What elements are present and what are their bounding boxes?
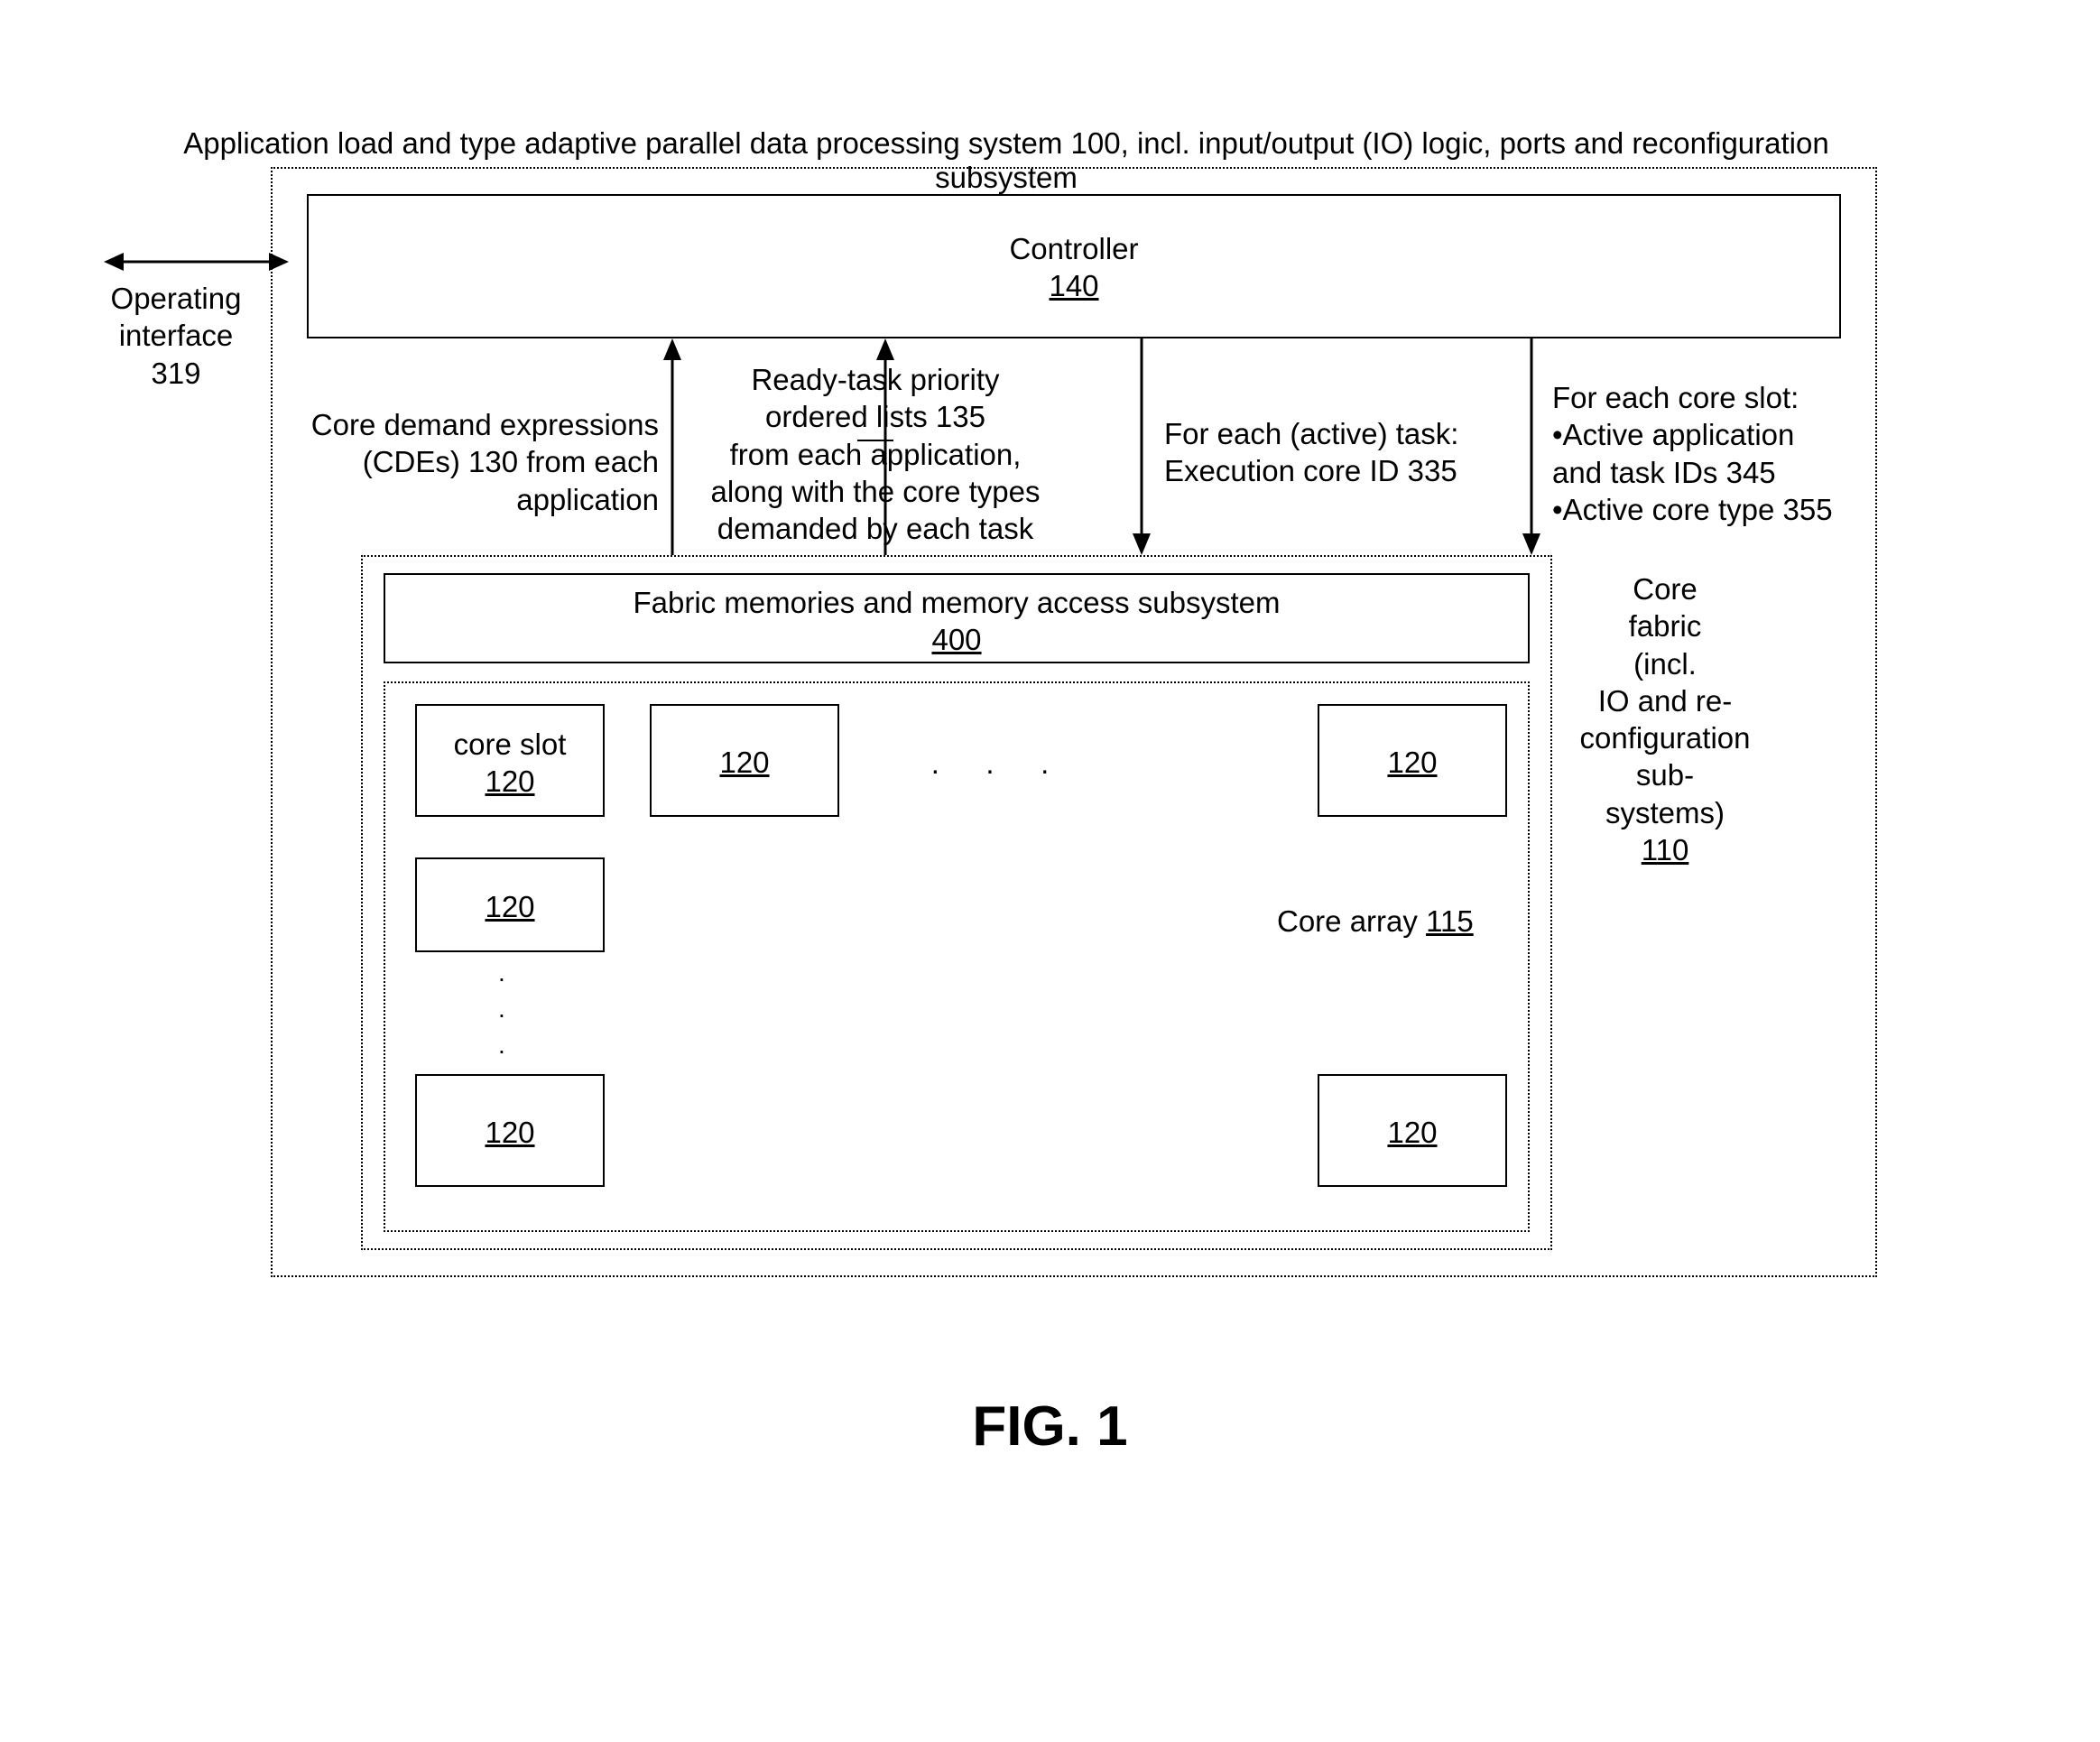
operating-interface-label: Operating interface 319: [86, 280, 266, 392]
core-slot-ref-6: 120: [1387, 1116, 1437, 1149]
arrow-cde-label: Core demand expressions (CDEs) 130 from …: [289, 406, 659, 518]
arrow-cde-l1: Core demand expressions: [311, 408, 659, 441]
controller-box: Controller 140: [307, 194, 1841, 338]
arrow-active-task-l2: Execution core ID 335: [1164, 454, 1457, 487]
arrow-cde: [659, 338, 686, 555]
core-slot-box-3: 120: [1318, 704, 1507, 817]
cf-l4: IO and re-: [1598, 684, 1733, 718]
cf-ref: 110: [1642, 833, 1689, 866]
operating-interface-line1: Operating: [111, 282, 242, 315]
fabric-memories-box: Fabric memories and memory access subsys…: [384, 573, 1530, 663]
cf-l2: fabric: [1629, 609, 1702, 643]
core-slot-name: core slot: [454, 727, 567, 761]
arrow-cde-l2: (CDEs) 130 from each: [363, 445, 659, 478]
core-slot-box-4: 120: [415, 857, 605, 952]
arrow-readytask-label: Ready-task priority ordered lists 135 fr…: [695, 361, 1056, 547]
cf-l6: sub-: [1636, 758, 1694, 792]
core-slot-ref: 120: [485, 764, 534, 798]
fabric-memories-ref: 400: [931, 623, 981, 656]
core-slot-box-5: 120: [415, 1074, 605, 1187]
arrow-readytask-l2: ordered lists 135: [765, 400, 985, 433]
readytask-leader: [857, 438, 893, 443]
arrow-core-slot: [1518, 338, 1545, 555]
arrow-active-task-l1: For each (active) task:: [1164, 417, 1458, 450]
arrow-active-task: [1128, 338, 1155, 555]
operating-interface-line3: 319: [151, 357, 200, 390]
controller-name: Controller: [1009, 232, 1138, 265]
operating-interface-line2: interface: [119, 319, 234, 352]
core-array-label: Core array 115: [1277, 903, 1474, 940]
cf-l3: (incl.: [1633, 647, 1697, 681]
ellipsis-v3: .: [498, 1029, 505, 1061]
arrow-readytask-l4: along with the core types: [710, 475, 1040, 508]
cf-l5: configuration: [1580, 721, 1751, 755]
core-array-text: Core array: [1277, 904, 1426, 938]
cf-l1: Core: [1633, 572, 1698, 606]
core-slot-ref-2: 120: [719, 746, 769, 779]
core-slot-box-1: core slot 120: [415, 704, 605, 817]
core-slot-box-6: 120: [1318, 1074, 1507, 1187]
arrow-active-task-label: For each (active) task: Execution core I…: [1164, 415, 1489, 490]
figure-caption: FIG. 1: [0, 1395, 2100, 1459]
core-slot-ref-5: 120: [485, 1116, 534, 1149]
arrow-readytask-l1: Ready-task priority: [751, 363, 999, 396]
arrow-core-slot-l1: For each core slot:: [1552, 381, 1799, 414]
core-slot-ref-4: 120: [485, 890, 534, 923]
arrow-core-slot-b2: •Active core type 355: [1552, 493, 1833, 526]
ellipsis-v2: .: [498, 993, 505, 1024]
core-fabric-label: Core fabric (incl. IO and re- configurat…: [1561, 570, 1769, 868]
controller-ref: 140: [1049, 269, 1098, 302]
ellipsis-horizontal: . . .: [902, 745, 1083, 782]
core-slot-box-2: 120: [650, 704, 839, 817]
arrow-core-slot-label: For each core slot: •Active application …: [1552, 379, 1868, 528]
arrow-readytask-l5: demanded by each task: [717, 512, 1033, 545]
core-array-ref: 115: [1426, 904, 1474, 938]
arrow-core-slot-b1: •Active application: [1552, 418, 1794, 451]
ellipsis-v1: .: [498, 957, 505, 988]
arrow-core-slot-l2: and task IDs 345: [1552, 456, 1776, 489]
core-slot-ref-3: 120: [1387, 746, 1437, 779]
arrow-cde-l3: application: [516, 483, 659, 516]
cf-l7: systems): [1605, 796, 1725, 829]
fabric-memories-name: Fabric memories and memory access subsys…: [633, 586, 1280, 619]
